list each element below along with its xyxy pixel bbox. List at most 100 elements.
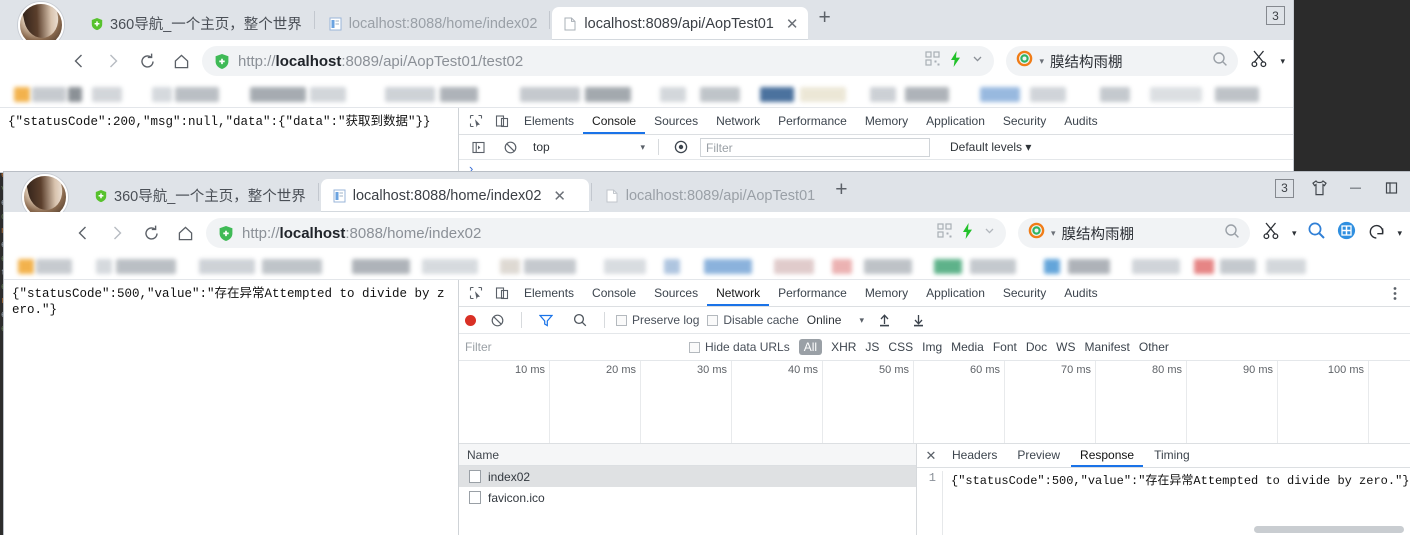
address-bar-bottom[interactable]: http://localhost:8088/home/index02 xyxy=(206,218,1006,248)
close-icon[interactable]: ✕ xyxy=(921,448,941,464)
scissors-icon[interactable] xyxy=(1250,49,1269,73)
lightning-icon[interactable] xyxy=(949,50,962,72)
tab-aoptest01[interactable]: localhost:8089/api/AopTest01 ✕ xyxy=(552,7,809,40)
network-filter-input[interactable]: Filter xyxy=(465,340,680,354)
back-button[interactable] xyxy=(66,216,100,250)
search-input[interactable]: 膜结构雨棚 xyxy=(1050,51,1206,72)
devtools-tab-sources[interactable]: Sources xyxy=(645,280,707,306)
devtools-tab-audits[interactable]: Audits xyxy=(1055,280,1106,306)
devtools-tab-sources[interactable]: Sources xyxy=(645,108,707,134)
network-type-doc[interactable]: Doc xyxy=(1026,340,1047,354)
bookmarks-bar-top[interactable] xyxy=(0,82,1293,108)
reload-button[interactable] xyxy=(130,44,164,78)
apps-grid-icon[interactable] xyxy=(1337,221,1356,245)
devtools-tab-performance[interactable]: Performance xyxy=(769,108,856,134)
devtools-tab-memory[interactable]: Memory xyxy=(856,280,917,306)
new-tab-button[interactable]: + xyxy=(808,6,840,34)
tab-index02[interactable]: localhost:8088/home/index02 ✕ xyxy=(320,179,589,212)
network-timeline-overview[interactable]: 10 ms 20 ms 30 ms 40 ms 50 ms 60 ms 70 m… xyxy=(459,361,1410,444)
clear-network-icon[interactable] xyxy=(484,308,510,332)
bookmarks-bar-bottom[interactable] xyxy=(4,254,1410,280)
detail-tab-timing[interactable]: Timing xyxy=(1145,444,1199,467)
devtools-tab-console[interactable]: Console xyxy=(583,280,645,306)
devtools-tab-application[interactable]: Application xyxy=(917,280,994,306)
throttling-select[interactable]: Online ▾ xyxy=(807,313,864,327)
restore-arrow-icon[interactable] xyxy=(1367,222,1386,245)
console-sidebar-icon[interactable] xyxy=(465,135,491,159)
device-toolbar-icon[interactable] xyxy=(489,109,515,133)
console-levels-select[interactable]: Default levels ▾ xyxy=(950,140,1031,154)
search-engine-caret-icon[interactable]: ▾ xyxy=(1051,228,1056,239)
disable-cache-checkbox[interactable]: Disable cache xyxy=(707,313,799,327)
devtools-tab-security[interactable]: Security xyxy=(994,108,1055,134)
search-input[interactable]: 膜结构雨棚 xyxy=(1061,223,1217,244)
inspect-element-icon[interactable] xyxy=(463,109,489,133)
network-type-manifest[interactable]: Manifest xyxy=(1085,340,1130,354)
search-box-bottom[interactable]: ▾ 膜结构雨棚 xyxy=(1017,218,1250,248)
tab-index02[interactable]: localhost:8088/home/index02 xyxy=(316,7,548,40)
search-engine-caret-icon[interactable]: ▾ xyxy=(1039,56,1044,67)
search-icon[interactable] xyxy=(1212,51,1228,72)
devtools-tab-security[interactable]: Security xyxy=(994,280,1055,306)
table-row[interactable]: index02 xyxy=(459,466,916,487)
close-icon[interactable]: ✕ xyxy=(786,15,799,33)
preserve-log-checkbox[interactable]: Preserve log xyxy=(616,313,699,327)
forward-button[interactable] xyxy=(96,44,130,78)
devtools-tab-elements[interactable]: Elements xyxy=(515,280,583,306)
filter-funnel-icon[interactable] xyxy=(533,308,559,332)
devtools-tab-network[interactable]: Network xyxy=(707,280,769,306)
hide-data-urls-checkbox[interactable]: Hide data URLs xyxy=(689,340,790,354)
minimize-button[interactable] xyxy=(1344,178,1366,198)
network-type-css[interactable]: CSS xyxy=(888,340,913,354)
maximize-button[interactable] xyxy=(1380,178,1402,198)
export-har-icon[interactable] xyxy=(906,308,932,332)
network-type-xhr[interactable]: XHR xyxy=(831,340,856,354)
address-bar-top[interactable]: http://localhost:8089/api/AopTest01/test… xyxy=(202,46,995,76)
clear-console-icon[interactable] xyxy=(497,135,523,159)
network-type-all[interactable]: All xyxy=(798,339,823,355)
device-toolbar-icon[interactable] xyxy=(489,281,515,305)
network-type-js[interactable]: JS xyxy=(865,340,879,354)
tab-count-badge[interactable]: 3 xyxy=(1266,6,1285,25)
search-icon[interactable] xyxy=(567,308,593,332)
devtools-tab-elements[interactable]: Elements xyxy=(515,108,583,134)
scissors-caret-icon[interactable]: ▾ xyxy=(1280,56,1285,67)
console-filter-input[interactable]: Filter xyxy=(700,137,930,157)
devtools-tab-performance[interactable]: Performance xyxy=(769,280,856,306)
devtools-tab-console[interactable]: Console xyxy=(583,108,645,134)
restore-caret-icon[interactable]: ▾ xyxy=(1397,228,1402,239)
reload-button[interactable] xyxy=(134,216,168,250)
record-button[interactable] xyxy=(465,314,476,326)
tab-count-badge[interactable]: 3 xyxy=(1275,178,1294,198)
network-list-header[interactable]: Name xyxy=(459,444,916,466)
devtools-tab-audits[interactable]: Audits xyxy=(1055,108,1106,134)
scissors-caret-icon[interactable]: ▾ xyxy=(1292,228,1297,239)
lightning-icon[interactable] xyxy=(961,222,974,244)
network-type-img[interactable]: Img xyxy=(922,340,942,354)
detail-tab-preview[interactable]: Preview xyxy=(1008,444,1069,467)
chevron-down-icon[interactable] xyxy=(983,224,996,242)
magnifier-icon[interactable] xyxy=(1307,221,1326,245)
import-har-icon[interactable] xyxy=(872,308,898,332)
tab-360-nav[interactable]: 360导航_一个主页，整个世界 xyxy=(82,179,316,212)
new-tab-button[interactable]: + xyxy=(825,178,857,206)
network-type-other[interactable]: Other xyxy=(1139,340,1169,354)
console-prompt-row[interactable]: › xyxy=(459,160,1293,173)
search-icon[interactable] xyxy=(1224,223,1240,244)
devtools-tab-network[interactable]: Network xyxy=(707,108,769,134)
tab-aoptest01[interactable]: localhost:8089/api/AopTest01 xyxy=(593,179,826,212)
back-button[interactable] xyxy=(62,44,96,78)
console-settings-eye-icon[interactable] xyxy=(668,135,694,159)
network-type-font[interactable]: Font xyxy=(993,340,1017,354)
devtools-more-menu-icon[interactable] xyxy=(1384,281,1406,305)
console-context-select[interactable]: top ▾ xyxy=(529,140,649,154)
tab-360-nav[interactable]: 360导航_一个主页，整个世界 xyxy=(78,7,312,40)
qrcode-icon[interactable] xyxy=(925,51,941,71)
chevron-down-icon[interactable] xyxy=(971,52,984,70)
search-box-top[interactable]: ▾ 膜结构雨棚 xyxy=(1006,46,1239,76)
horizontal-scrollbar[interactable] xyxy=(1254,526,1404,533)
detail-tab-response[interactable]: Response xyxy=(1071,444,1143,467)
forward-button[interactable] xyxy=(100,216,134,250)
home-button[interactable] xyxy=(164,44,198,78)
scissors-icon[interactable] xyxy=(1262,221,1281,245)
